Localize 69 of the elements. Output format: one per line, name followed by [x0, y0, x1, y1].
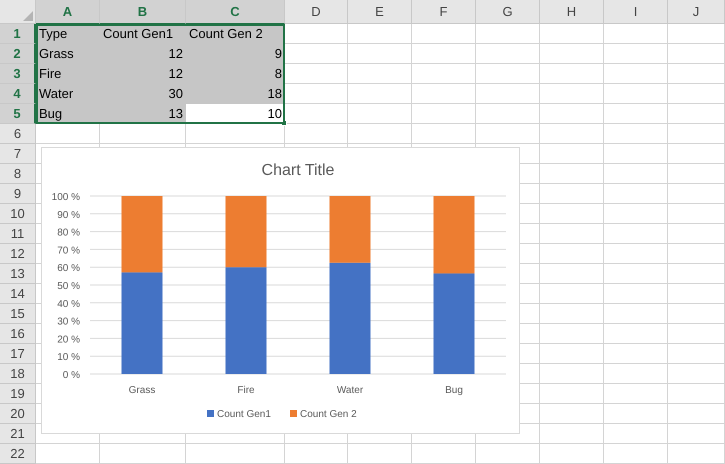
row-header[interactable]: 3 [0, 64, 36, 84]
row-header[interactable]: 22 [0, 444, 36, 464]
x-axis-label: Bug [445, 385, 463, 396]
row-header[interactable]: 5 [0, 104, 36, 124]
row-header[interactable]: 14 [0, 284, 36, 304]
row-header[interactable]: 20 [0, 404, 36, 424]
column-header[interactable]: H [540, 0, 604, 24]
row-header[interactable]: 18 [0, 364, 36, 384]
cell[interactable]: Fire [36, 64, 100, 84]
y-axis-label: 10 % [57, 352, 80, 364]
y-axis-label: 70 % [57, 245, 80, 256]
column-header[interactable]: A [36, 0, 100, 24]
column-header[interactable]: I [604, 0, 668, 24]
column-header[interactable]: F [412, 0, 476, 24]
y-axis-label: 100 % [52, 192, 80, 203]
y-axis-label: 40 % [57, 298, 80, 310]
legend-swatch-icon [207, 410, 214, 417]
row-header[interactable]: 19 [0, 384, 36, 404]
column-header[interactable]: E [348, 0, 412, 24]
cell[interactable]: 13 [100, 104, 186, 124]
cell[interactable]: Grass [36, 44, 100, 64]
cell[interactable]: Water [36, 84, 100, 104]
chart-title: Chart Title [262, 162, 334, 179]
chart-area[interactable]: Chart Title 0 % 10 % 20 % 30 % 40 % 50 % 60 % 70 % 80 % 90 % 100 % Grass Fire Water Bug Count Gen1 Count Gen 2 [41, 147, 520, 434]
y-axis-label: 90 % [57, 210, 80, 221]
row-header[interactable]: 1 [0, 24, 36, 44]
row-header[interactable]: 10 [0, 204, 36, 224]
cell[interactable]: Count Gen 2 [186, 24, 285, 44]
cell[interactable]: 12 [100, 64, 186, 84]
cell[interactable]: 30 [100, 84, 186, 104]
column-header[interactable]: G [476, 0, 540, 24]
legend-label: Count Gen 2 [300, 409, 357, 420]
cell[interactable]: 9 [186, 44, 285, 64]
y-axis-label: 50 % [57, 281, 80, 292]
row-header[interactable]: 21 [0, 424, 36, 444]
x-axis-label: Water [336, 385, 364, 396]
column-header[interactable]: C [186, 0, 285, 24]
row-header[interactable]: 13 [0, 264, 36, 284]
column-header[interactable]: B [100, 0, 186, 24]
row-header[interactable]: 2 [0, 44, 36, 64]
row-header[interactable]: 4 [0, 84, 36, 104]
cell[interactable]: Type [36, 24, 100, 44]
column-header[interactable]: J [668, 0, 725, 24]
x-axis-label: Grass [128, 385, 156, 396]
row-header[interactable]: 6 [0, 124, 36, 144]
row-header[interactable]: 12 [0, 244, 36, 264]
cell[interactable]: Count Gen1 [100, 24, 186, 44]
x-axis-label: Fire [237, 385, 255, 396]
y-axis-label: 30 % [57, 316, 80, 328]
cell[interactable]: 8 [186, 64, 285, 84]
corner-triangle-icon [23, 11, 33, 21]
row-header[interactable]: 7 [0, 144, 36, 164]
cell[interactable]: 10 [186, 104, 285, 124]
row-header[interactable]: 15 [0, 304, 36, 324]
y-axis-label: 20 % [57, 334, 80, 346]
y-axis-label: 80 % [57, 228, 80, 239]
cell[interactable]: 18 [186, 84, 285, 104]
row-header[interactable]: 11 [0, 224, 36, 244]
row-header[interactable]: 9 [0, 184, 36, 204]
legend-label: Count Gen1 [217, 409, 271, 420]
row-header[interactable]: 8 [0, 164, 36, 184]
y-axis-label: 0 % [62, 370, 80, 381]
legend-swatch-icon [290, 410, 297, 417]
y-axis-label: 60 % [57, 263, 80, 274]
column-header[interactable]: D [285, 0, 348, 24]
row-header[interactable]: 16 [0, 324, 36, 344]
cell[interactable]: 12 [100, 44, 186, 64]
cell[interactable]: Bug [36, 104, 100, 124]
row-header[interactable]: 17 [0, 344, 36, 364]
